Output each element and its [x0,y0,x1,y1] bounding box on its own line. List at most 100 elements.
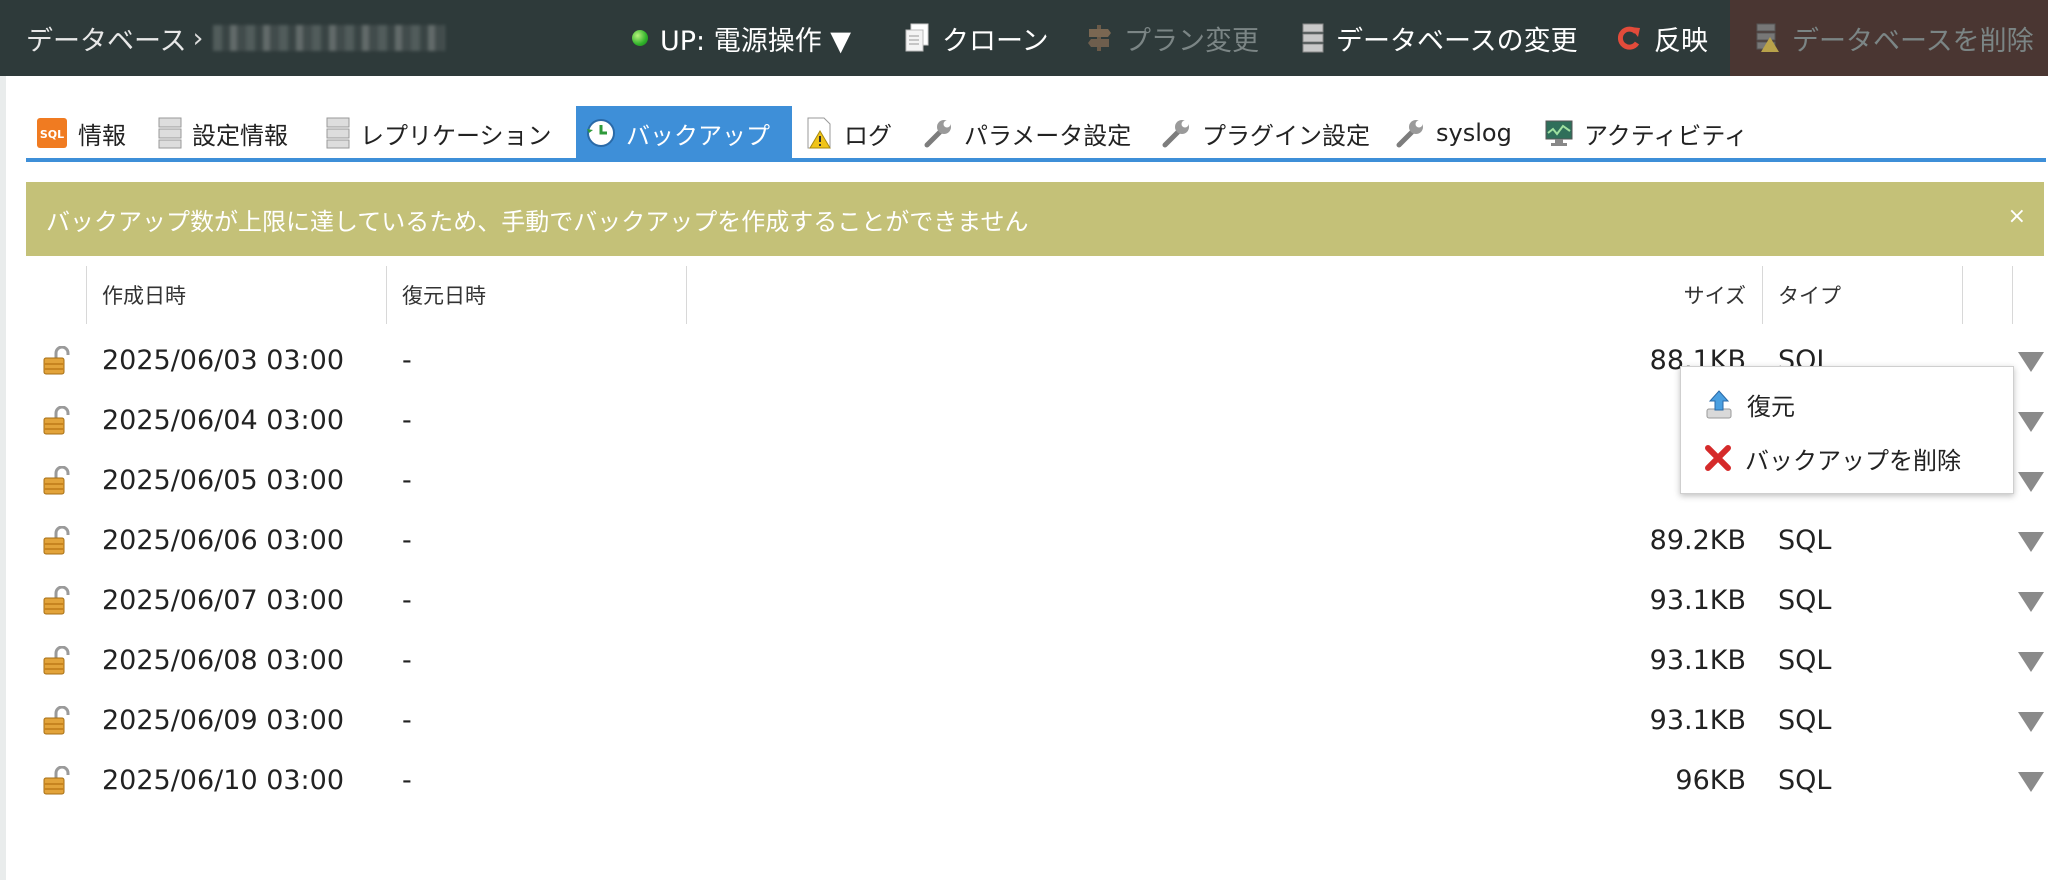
plan-change-button[interactable]: プラン変更 [1086,0,1259,76]
row-action-caret-icon[interactable] [2018,352,2044,372]
unlock-icon[interactable] [42,765,72,800]
delete-database-label: データベースを削除 [1792,25,2034,57]
server-icon [326,117,350,149]
header-size[interactable]: サイズ [1626,266,1746,324]
row-action-caret-icon[interactable] [2018,592,2044,612]
cell-size: 93.1KB [1649,644,1746,676]
cell-restored: - [402,344,412,376]
backup-table-header: 作成日時 復元日時 サイズ タイプ [26,266,2044,324]
log-warning-icon [806,117,834,149]
breadcrumb: データベース › [26,0,446,76]
row-action-caret-icon[interactable] [2018,772,2044,792]
cell-size: 93.1KB [1649,584,1746,616]
unlock-icon[interactable] [42,465,72,500]
database-change-button[interactable]: データベースの変更 [1302,0,1578,76]
tab-replication-label: レプリケーション [360,121,552,150]
cell-type: SQL [1778,644,1832,676]
table-row[interactable]: 2025/06/10 03:00 - 96KB SQL [26,750,2044,810]
delete-backup-menu-item[interactable]: バックアップを削除 [1681,431,2015,485]
tab-plugin-settings-label: プラグイン設定 [1202,121,1370,150]
backup-action-menu: 復元 バックアップを削除 [1680,366,2014,494]
tab-log[interactable]: ログ [796,106,902,160]
monitor-icon [1544,118,1574,148]
backup-clock-icon [586,118,616,148]
table-row[interactable]: 2025/06/09 03:00 - 93.1KB SQL [26,690,2044,750]
delete-x-icon [1705,445,1731,471]
backup-limit-alert: バックアップ数が上限に達しているため、手動でバックアップを作成することができませ… [26,182,2044,256]
header-type[interactable]: タイプ [1778,266,1841,324]
alert-close-button[interactable]: × [2008,204,2026,229]
cell-type: SQL [1778,524,1832,556]
header-separator [86,266,87,324]
unlock-icon[interactable] [42,705,72,740]
unlock-icon[interactable] [42,525,72,560]
apply-button[interactable]: 反映 [1616,0,1708,76]
server-icon [1302,23,1324,53]
tab-activity[interactable]: アクティビティ [1534,106,1758,160]
header-separator [2012,266,2013,324]
delete-database-warning-icon [1756,23,1780,53]
tab-backup-label: バックアップ [626,121,770,150]
restore-menu-label: 復元 [1747,392,1795,421]
wrench-icon [1162,118,1192,148]
power-operation-label: UP: 電源操作 ▼ [660,25,852,57]
cell-restored: - [402,524,412,556]
clone-button[interactable]: クローン [904,0,1049,76]
cell-created: 2025/06/07 03:00 [102,584,345,616]
tab-settings-info[interactable]: 設定情報 [148,106,298,160]
header-restored[interactable]: 復元日時 [402,266,486,324]
alert-message: バックアップ数が上限に達しているため、手動でバックアップを作成することができませ… [46,207,1029,236]
tab-replication[interactable]: レプリケーション [316,106,562,160]
row-action-caret-icon[interactable] [2018,412,2044,432]
header-created[interactable]: 作成日時 [102,266,186,324]
clone-label: クローン [942,25,1049,57]
row-action-caret-icon[interactable] [2018,472,2044,492]
delete-database-button[interactable]: データベースを削除 [1756,0,2034,76]
cell-type: SQL [1778,704,1832,736]
tab-parameter-settings-label: パラメータ設定 [964,121,1132,150]
sql-icon: SQL [36,117,68,149]
cell-restored: - [402,764,412,796]
row-action-caret-icon[interactable] [2018,532,2044,552]
cell-restored: - [402,704,412,736]
cell-restored: - [402,644,412,676]
tab-activity-label: アクティビティ [1584,121,1748,150]
tab-plugin-settings[interactable]: プラグイン設定 [1152,106,1380,160]
row-action-caret-icon[interactable] [2018,652,2044,672]
svg-text:SQL: SQL [40,128,64,141]
database-change-label: データベースの変更 [1336,25,1578,57]
copy-icon [904,23,930,53]
unlock-icon[interactable] [42,645,72,680]
tabs-underline [26,158,2046,162]
tab-backup[interactable]: バックアップ [576,106,792,160]
cell-size: 89.2KB [1649,524,1746,556]
table-row[interactable]: 2025/06/07 03:00 - 93.1KB SQL [26,570,2044,630]
breadcrumb-separator: › [192,22,204,54]
header-separator [1762,266,1763,324]
tab-syslog[interactable]: syslog [1386,106,1522,160]
cell-type: SQL [1778,584,1832,616]
row-action-caret-icon[interactable] [2018,712,2044,732]
restore-menu-item[interactable]: 復元 [1681,377,2015,431]
wrench-icon [924,118,954,148]
breadcrumb-redacted-name [213,25,446,51]
unlock-icon[interactable] [42,345,72,380]
delete-backup-menu-label: バックアップを削除 [1745,446,1961,475]
breadcrumb-root[interactable]: データベース [26,19,187,58]
header-separator [686,266,687,324]
power-operation-button[interactable]: UP: 電源操作 ▼ [632,0,851,76]
tab-info[interactable]: SQL 情報 [26,106,136,160]
table-row[interactable]: 2025/06/08 03:00 - 93.1KB SQL [26,630,2044,690]
unlock-icon[interactable] [42,585,72,620]
restore-upload-icon [1705,389,1733,419]
tab-syslog-label: syslog [1436,119,1512,147]
cell-size: 96KB [1675,764,1746,796]
apply-label: 反映 [1654,25,1708,57]
cell-restored: - [402,404,412,436]
cell-restored: - [402,464,412,496]
top-bar: データベース › UP: 電源操作 ▼ クローン プラン変更 データベースの変更… [0,0,2048,76]
tab-parameter-settings[interactable]: パラメータ設定 [914,106,1141,160]
unlock-icon[interactable] [42,405,72,440]
cell-created: 2025/06/06 03:00 [102,524,345,556]
table-row[interactable]: 2025/06/06 03:00 - 89.2KB SQL [26,510,2044,570]
